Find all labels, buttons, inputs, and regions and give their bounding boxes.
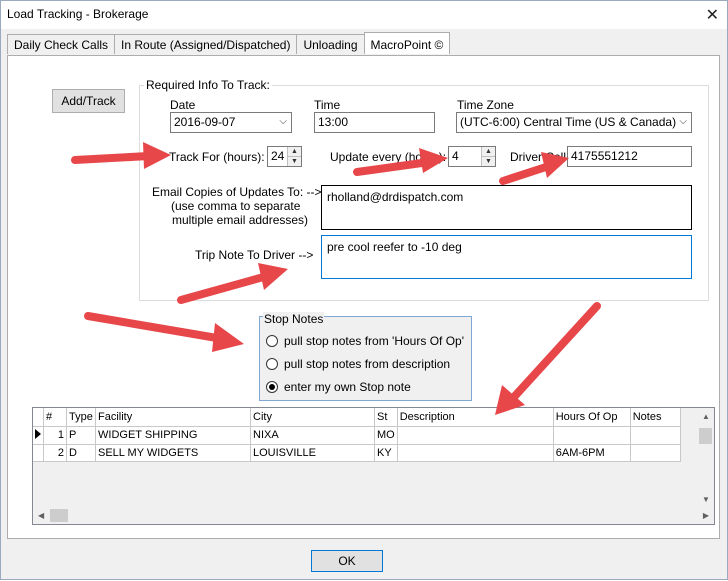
driver-cell-field[interactable]: 4175551212	[567, 146, 692, 167]
scroll-down-icon[interactable]: ▼	[702, 495, 710, 504]
title-bar: Load Tracking - Brokerage ✕	[1, 1, 727, 29]
date-label: Date	[170, 98, 196, 112]
column-header-facility[interactable]: Facility	[95, 408, 251, 427]
add-track-button[interactable]: Add/Track	[52, 89, 125, 113]
spin-up-icon[interactable]: ▲	[288, 147, 301, 157]
cell-number[interactable]: 1	[43, 426, 67, 445]
date-value: 2016-09-07	[174, 115, 236, 129]
table-row[interactable]: 2 D SELL MY WIDGETS LOUISVILLE KY 6AM-6P…	[33, 444, 681, 462]
cell-state[interactable]: KY	[374, 444, 398, 462]
email-copies-field[interactable]: rholland@drdispatch.com	[321, 185, 692, 230]
radio-button-checked-icon[interactable]	[266, 381, 278, 393]
cell-facility[interactable]: SELL MY WIDGETS	[95, 444, 251, 462]
tab-in-route[interactable]: In Route (Assigned/Dispatched)	[114, 34, 298, 54]
cell-hours-of-op[interactable]: 6AM-6PM	[553, 444, 631, 462]
track-for-stepper[interactable]: 24 ▲ ▼	[267, 146, 302, 167]
track-for-label: Track For (hours):	[169, 150, 265, 164]
table-header-row: # Type Facility City St Description Hour…	[33, 408, 681, 427]
time-field[interactable]: 13:00	[314, 112, 435, 133]
driver-cell-label: Driver Cell:	[510, 150, 570, 164]
spin-down-icon[interactable]: ▼	[482, 156, 495, 166]
load-tracking-window: Load Tracking - Brokerage ✕ Daily Check …	[0, 0, 728, 580]
cell-type[interactable]: P	[66, 426, 96, 445]
radio-button-icon[interactable]	[266, 335, 278, 347]
cell-notes[interactable]	[630, 426, 681, 445]
column-header-city[interactable]: City	[250, 408, 375, 427]
time-zone-label: Time Zone	[457, 98, 514, 112]
radio-description[interactable]: pull stop notes from description	[266, 357, 450, 371]
cell-number[interactable]: 2	[43, 444, 67, 462]
column-header-state[interactable]: St	[374, 408, 398, 427]
stops-table: # Type Facility City St Description Hour…	[33, 408, 681, 462]
update-every-label: Update every (hours):	[330, 150, 447, 164]
update-every-stepper[interactable]: 4 ▲ ▼	[448, 146, 496, 167]
close-icon[interactable]: ✕	[706, 5, 719, 25]
column-header-number[interactable]: #	[43, 408, 67, 427]
window-title: Load Tracking - Brokerage	[7, 7, 149, 21]
trip-note-field[interactable]: pre cool reefer to -10 deg	[321, 235, 692, 279]
horizontal-scroll-thumb[interactable]	[50, 509, 68, 522]
stop-notes-group: Stop Notes pull stop notes from 'Hours O…	[259, 312, 472, 401]
tab-macropoint[interactable]: MacroPoint ©	[363, 32, 451, 54]
spin-up-icon[interactable]: ▲	[482, 147, 495, 157]
stops-grid: # Type Facility City St Description Hour…	[32, 407, 715, 525]
column-header-notes[interactable]: Notes	[630, 408, 681, 427]
email-hint-2: multiple email addresses)	[172, 213, 309, 227]
spin-down-icon[interactable]: ▼	[288, 156, 301, 166]
vertical-scroll-thumb[interactable]	[699, 428, 712, 444]
update-every-value: 4	[452, 149, 459, 163]
current-row-indicator-icon[interactable]	[33, 426, 44, 445]
stop-notes-label: Stop Notes	[263, 312, 325, 326]
column-header-description[interactable]: Description	[397, 408, 554, 427]
chevron-down-icon[interactable]: ⌵	[679, 116, 687, 127]
cell-facility[interactable]: WIDGET SHIPPING	[95, 426, 251, 445]
ok-button[interactable]: OK	[311, 550, 383, 572]
vertical-scrollbar[interactable]: ▲ ▼	[697, 408, 714, 508]
radio-hours-of-op[interactable]: pull stop notes from 'Hours Of Op'	[266, 334, 464, 348]
tab-daily-check-calls[interactable]: Daily Check Calls	[7, 34, 116, 54]
row-header[interactable]	[33, 444, 44, 462]
cell-hours-of-op[interactable]	[553, 426, 631, 445]
cell-city[interactable]: LOUISVILLE	[250, 444, 375, 462]
time-zone-select[interactable]: (UTC-6:00) Central Time (US & Canada) ⌵	[456, 112, 692, 133]
column-header-hours-of-op[interactable]: Hours Of Op	[553, 408, 631, 427]
table-row[interactable]: 1 P WIDGET SHIPPING NIXA MO	[33, 426, 681, 445]
cell-type[interactable]: D	[66, 444, 96, 462]
email-copies-label: Email Copies of Updates To: -->	[152, 185, 322, 199]
radio-description-label: pull stop notes from description	[284, 357, 451, 371]
trip-note-label: Trip Note To Driver -->	[195, 248, 314, 262]
radio-own-note-label: enter my own Stop note	[284, 380, 411, 394]
track-for-value: 24	[271, 149, 285, 163]
row-header-corner	[33, 408, 44, 427]
email-hint-1: (use comma to separate	[171, 199, 301, 213]
scroll-right-icon[interactable]: ▶	[703, 511, 709, 520]
required-info-label: Required Info To Track:	[144, 78, 272, 92]
radio-hours-of-op-label: pull stop notes from 'Hours Of Op'	[284, 334, 464, 348]
time-label: Time	[314, 98, 341, 112]
cell-state[interactable]: MO	[374, 426, 398, 445]
cell-notes[interactable]	[630, 444, 681, 462]
cell-description[interactable]	[397, 426, 554, 445]
cell-city[interactable]: NIXA	[250, 426, 375, 445]
time-zone-value: (UTC-6:00) Central Time (US & Canada)	[460, 115, 677, 129]
date-picker[interactable]: 2016-09-07 ⌵	[170, 112, 292, 133]
chevron-down-icon[interactable]: ⌵	[279, 116, 287, 127]
tab-unloading[interactable]: Unloading	[296, 34, 365, 54]
scroll-left-icon[interactable]: ◀	[38, 511, 44, 520]
radio-own-note[interactable]: enter my own Stop note	[266, 380, 411, 394]
tab-strip: Daily Check Calls In Route (Assigned/Dis…	[7, 32, 451, 55]
scroll-up-icon[interactable]: ▲	[702, 412, 710, 421]
horizontal-scrollbar[interactable]: ◀ ▶	[33, 507, 714, 524]
cell-description[interactable]	[397, 444, 554, 462]
radio-button-icon[interactable]	[266, 358, 278, 370]
column-header-type[interactable]: Type	[66, 408, 96, 427]
